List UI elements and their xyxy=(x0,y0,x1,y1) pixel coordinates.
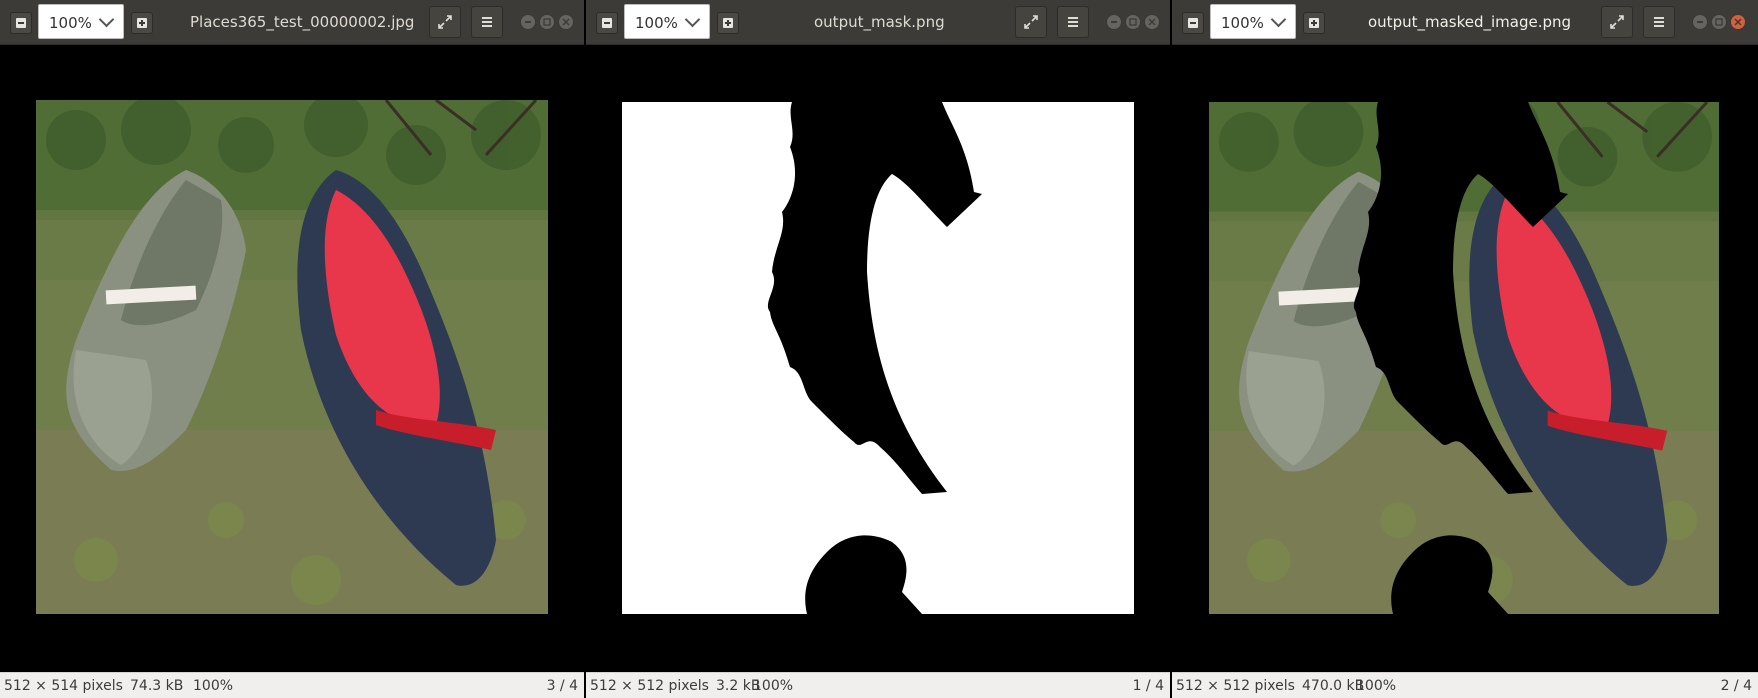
image-dimensions: 512 × 512 pixels xyxy=(590,678,709,694)
close-icon xyxy=(562,18,570,26)
chevron-down-icon xyxy=(98,11,115,28)
image-index: 1 / 4 xyxy=(1132,678,1164,694)
window-title: Places365_test_00000002.jpg xyxy=(190,13,415,31)
fullscreen-icon xyxy=(1610,15,1624,29)
maximize-icon xyxy=(543,18,551,26)
titlebar: 100% output_masked_image.png xyxy=(1172,0,1758,45)
image-viewer-window-original: 100% Places365_test_00000002.jpg 512 × 5… xyxy=(0,0,584,698)
close-button[interactable] xyxy=(558,14,574,30)
zoom-level: 100% xyxy=(1356,678,1397,694)
close-button[interactable] xyxy=(1730,14,1746,30)
image-dimensions: 512 × 514 pixels xyxy=(4,678,123,694)
fullscreen-button[interactable] xyxy=(1601,6,1633,38)
hamburger-menu-icon xyxy=(1068,17,1078,27)
plus-icon xyxy=(1309,18,1319,28)
fullscreen-icon xyxy=(438,15,452,29)
masked-kayaks-image xyxy=(1208,102,1720,614)
image-dimensions: 512 × 512 pixels xyxy=(1176,678,1295,694)
close-button[interactable] xyxy=(1144,14,1160,30)
hamburger-menu-icon xyxy=(482,17,492,27)
statusbar: 512 × 514 pixels 74.3 kB 100% 3 / 4 xyxy=(0,672,584,698)
minimize-button[interactable] xyxy=(520,14,536,30)
window-title: output_mask.png xyxy=(814,13,945,31)
chevron-down-icon xyxy=(684,11,701,28)
minus-icon xyxy=(602,18,612,28)
fullscreen-icon xyxy=(1024,15,1038,29)
image-canvas[interactable] xyxy=(1172,45,1758,672)
fullscreen-button[interactable] xyxy=(429,6,461,38)
plus-icon xyxy=(137,18,147,28)
plus-icon xyxy=(723,18,733,28)
menu-button[interactable] xyxy=(1643,6,1675,38)
zoom-in-button[interactable] xyxy=(131,12,153,34)
zoom-level: 100% xyxy=(753,678,794,694)
zoom-out-button[interactable] xyxy=(10,12,32,34)
mask-image xyxy=(622,102,1134,614)
maximize-button[interactable] xyxy=(1711,14,1727,30)
statusbar: 512 × 512 pixels 470.0 kB 100% 2 / 4 xyxy=(1172,672,1758,698)
zoom-value: 100% xyxy=(49,14,92,32)
titlebar: 100% Places365_test_00000002.jpg xyxy=(0,0,584,45)
maximize-button[interactable] xyxy=(539,14,555,30)
file-size: 74.3 kB xyxy=(130,678,184,694)
maximize-icon xyxy=(1715,18,1723,26)
chevron-down-icon xyxy=(1270,11,1287,28)
zoom-level: 100% xyxy=(193,678,234,694)
minimize-button[interactable] xyxy=(1106,14,1122,30)
titlebar: 100% output_mask.png xyxy=(586,0,1170,45)
image-canvas[interactable] xyxy=(586,45,1170,672)
zoom-value: 100% xyxy=(635,14,678,32)
maximize-button[interactable] xyxy=(1125,14,1141,30)
minus-icon xyxy=(16,18,26,28)
image-viewer-window-masked: 100% output_masked_image.png 512 × 512 p… xyxy=(1172,0,1758,698)
menu-button[interactable] xyxy=(1057,6,1089,38)
minimize-icon xyxy=(1697,21,1703,23)
maximize-icon xyxy=(1129,18,1137,26)
zoom-in-button[interactable] xyxy=(1303,12,1325,34)
close-icon xyxy=(1734,18,1742,26)
menu-button[interactable] xyxy=(471,6,503,38)
minus-icon xyxy=(1188,18,1198,28)
image-viewer-window-mask: 100% output_mask.png 512 × 512 pixels 3.… xyxy=(586,0,1170,698)
minimize-icon xyxy=(1111,21,1117,23)
image-canvas[interactable] xyxy=(0,45,584,672)
kayaks-photo xyxy=(36,100,548,614)
hamburger-menu-icon xyxy=(1654,17,1664,27)
zoom-out-button[interactable] xyxy=(1182,12,1204,34)
image-index: 3 / 4 xyxy=(546,678,578,694)
file-size: 470.0 kB xyxy=(1302,678,1365,694)
minimize-icon xyxy=(525,21,531,23)
zoom-select[interactable]: 100% xyxy=(1210,4,1296,39)
fullscreen-button[interactable] xyxy=(1015,6,1047,38)
zoom-select[interactable]: 100% xyxy=(38,4,124,39)
zoom-out-button[interactable] xyxy=(596,12,618,34)
zoom-value: 100% xyxy=(1221,14,1264,32)
statusbar: 512 × 512 pixels 3.2 kB 100% 1 / 4 xyxy=(586,672,1170,698)
minimize-button[interactable] xyxy=(1692,14,1708,30)
zoom-in-button[interactable] xyxy=(717,12,739,34)
close-icon xyxy=(1148,18,1156,26)
window-title: output_masked_image.png xyxy=(1368,13,1572,31)
image-index: 2 / 4 xyxy=(1720,678,1752,694)
zoom-select[interactable]: 100% xyxy=(624,4,710,39)
